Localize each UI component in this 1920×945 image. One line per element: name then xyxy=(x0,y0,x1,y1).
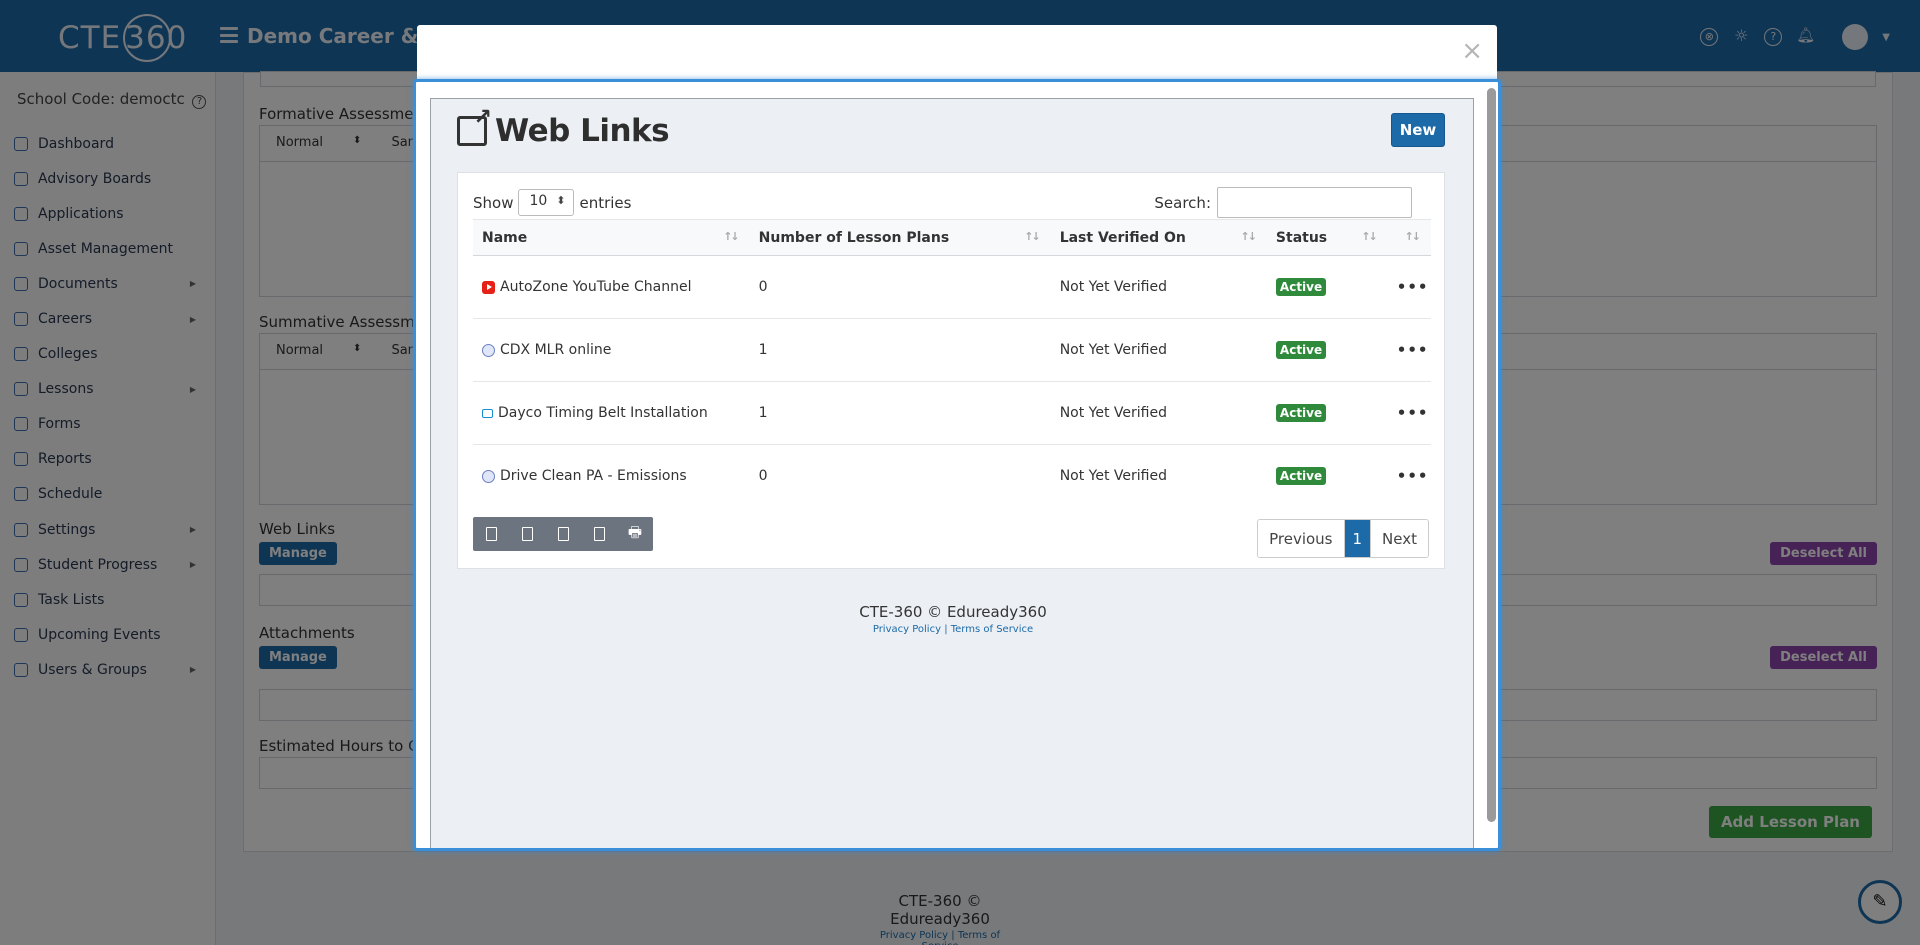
sort-icon: ↑↓ xyxy=(1404,230,1422,243)
status-badge: Active xyxy=(1275,404,1327,422)
modal-scrollbar[interactable] xyxy=(1487,88,1496,822)
sort-icon: ↑↓ xyxy=(723,230,740,243)
name-cell: Drive Clean PA - Emissions xyxy=(473,445,750,508)
web-links-table: Name ↑↓ Number of Lesson Plans ↑↓ Last Ver… xyxy=(473,219,1431,508)
last-verified-cell: Not Yet Verified xyxy=(1059,468,1167,485)
column-header-name[interactable]: Name ↑↓ xyxy=(473,219,750,256)
web-link-name[interactable]: Dayco Timing Belt Installation xyxy=(498,405,708,421)
lesson-plans-cell: 1 xyxy=(749,381,1051,445)
actions-cell: ••• xyxy=(1388,445,1431,508)
new-web-link-button[interactable]: New xyxy=(1391,113,1445,147)
column-label: Last Verified On xyxy=(1059,229,1186,246)
status-badge: Active xyxy=(1275,467,1327,486)
status-badge: Active xyxy=(1275,278,1327,296)
entries-select[interactable]: 10 xyxy=(518,189,575,216)
export-toolbar: 🖶︎ xyxy=(473,517,653,551)
name-cell: CDX MLR online xyxy=(473,318,750,382)
more-actions-icon[interactable]: ••• xyxy=(1397,467,1429,485)
table-header-row: Name ↑↓ Number of Lesson Plans ↑↓ Last Ver… xyxy=(473,219,1431,256)
next-page-button[interactable]: Next xyxy=(1370,520,1428,557)
column-header-last-verified[interactable]: Last Verified On ↑↓ xyxy=(1050,219,1267,256)
web-link-name[interactable]: Drive Clean PA - Emissions xyxy=(500,468,687,484)
sort-icon: ↑↓ xyxy=(1240,230,1257,243)
footer-separator: | xyxy=(944,624,948,635)
csv-icon[interactable] xyxy=(545,517,581,551)
column-header-lesson-plans[interactable]: Number of Lesson Plans ↑↓ xyxy=(749,219,1051,256)
excel-icon[interactable] xyxy=(509,517,545,551)
table-row: CDX MLR online 1 Not Yet Verified Active ••• xyxy=(473,318,1431,382)
column-label: Number of Lesson Plans xyxy=(758,229,950,246)
modal-content: Web Links New Show 10 entries Search: Na… xyxy=(430,98,1475,848)
sort-icon: ↑↓ xyxy=(1024,230,1041,243)
globe-icon xyxy=(482,343,495,357)
modal-iframe: Web Links New Show 10 entries Search: Na… xyxy=(413,79,1501,851)
copy-icon[interactable] xyxy=(473,517,509,551)
actions-cell: ••• xyxy=(1387,255,1431,319)
print-icon[interactable]: 🖶︎ xyxy=(617,517,653,551)
status-cell: Active xyxy=(1266,255,1388,319)
web-links-modal: × Web Links New Show 10 entries Search: xyxy=(413,25,1501,851)
entries-length-control: Show 10 entries xyxy=(473,189,631,216)
more-actions-icon[interactable]: ••• xyxy=(1397,341,1429,359)
video-icon xyxy=(482,408,493,418)
status-cell: Active xyxy=(1266,318,1388,382)
lesson-plans-cell: 0 xyxy=(758,468,768,485)
status-cell: Active xyxy=(1267,445,1388,508)
status-cell: Active xyxy=(1266,381,1388,445)
web-links-table-card: Show 10 entries Search: Name↑↓ Number of… xyxy=(457,172,1445,569)
name-cell: AutoZone YouTube Channel xyxy=(473,255,750,319)
search-label: Search: xyxy=(1154,193,1211,212)
name-cell: Dayco Timing Belt Installation xyxy=(473,381,750,445)
previous-page-button[interactable]: Previous xyxy=(1258,520,1344,557)
more-actions-icon[interactable]: ••• xyxy=(1397,404,1429,422)
entries-label: entries xyxy=(579,193,632,212)
pdf-icon[interactable] xyxy=(581,517,617,551)
web-links-header: Web Links xyxy=(457,105,670,149)
external-link-icon xyxy=(457,105,492,146)
status-badge: Active xyxy=(1275,341,1327,359)
footer-copyright: CTE-360 © Eduready360 xyxy=(859,603,1047,621)
globe-icon xyxy=(482,469,495,483)
last-verified-cell: Not Yet Verified xyxy=(1050,255,1267,319)
page-title: Web Links xyxy=(495,113,670,149)
page-1-button[interactable]: 1 xyxy=(1343,520,1371,557)
column-label: Status xyxy=(1275,229,1328,246)
web-link-name[interactable]: CDX MLR online xyxy=(500,342,611,358)
table-row: Dayco Timing Belt Installation 1 Not Yet V… xyxy=(473,381,1431,445)
youtube-icon xyxy=(482,280,495,294)
web-link-name[interactable]: AutoZone YouTube Channel xyxy=(500,279,691,295)
privacy-policy-link[interactable]: Privacy Policy xyxy=(873,624,941,635)
actions-cell: ••• xyxy=(1387,318,1431,382)
close-icon[interactable]: × xyxy=(1461,38,1483,64)
terms-of-service-link[interactable]: Terms of Service xyxy=(951,624,1033,635)
pagination: Previous 1 Next xyxy=(1257,519,1429,558)
table-search: Search: xyxy=(1154,187,1412,218)
column-header-status[interactable]: Status ↑↓ xyxy=(1266,219,1388,256)
lesson-plans-cell: 1 xyxy=(749,318,1051,382)
column-label: Name xyxy=(482,229,528,246)
more-actions-icon[interactable]: ••• xyxy=(1397,278,1429,296)
column-header-actions[interactable]: ↑↓ xyxy=(1387,219,1431,256)
sort-icon: ↑↓ xyxy=(1361,230,1378,243)
lesson-plans-cell: 0 xyxy=(749,255,1051,319)
actions-cell: ••• xyxy=(1387,381,1431,445)
last-verified-cell: Not Yet Verified xyxy=(1050,318,1267,382)
table-row: AutoZone YouTube Channel 0 Not Yet Verifie… xyxy=(473,255,1431,319)
search-input[interactable] xyxy=(1217,187,1412,218)
modal-footer: CTE-360 © Eduready360 Privacy Policy | T… xyxy=(431,603,1475,635)
last-verified-cell: Not Yet Verified xyxy=(1050,381,1267,445)
show-label: Show xyxy=(473,193,514,212)
table-row: Drive Clean PA - Emissions 0 Not Yet Verif… xyxy=(473,445,1431,508)
